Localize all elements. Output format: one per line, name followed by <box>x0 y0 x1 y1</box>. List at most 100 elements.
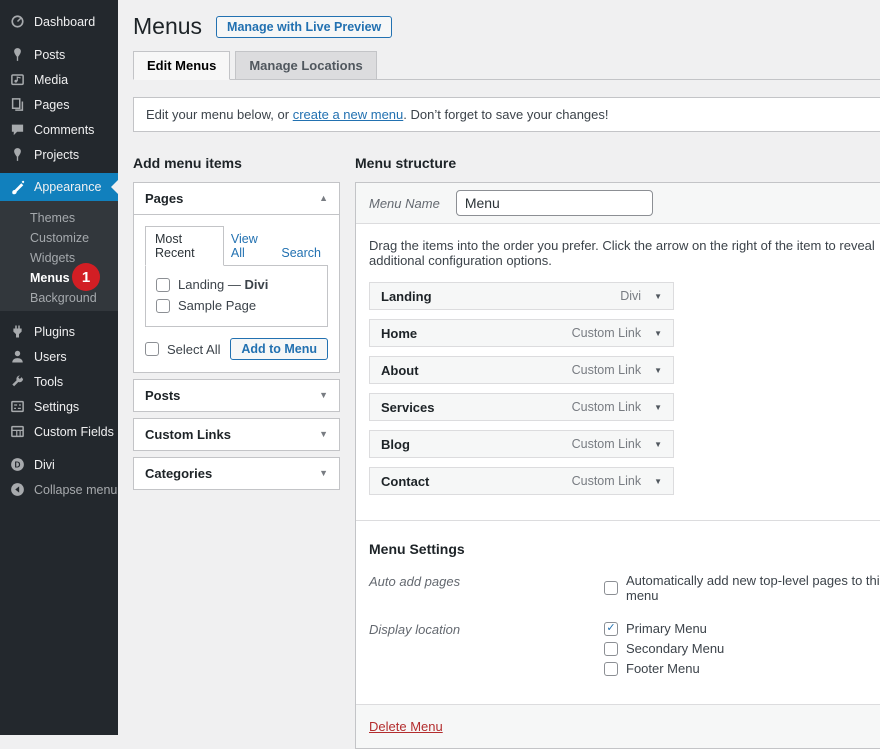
menu-item-home[interactable]: Home Custom Link ▼ <box>369 319 674 347</box>
footer-menu-checkbox[interactable] <box>604 662 618 676</box>
create-new-menu-link[interactable]: create a new menu <box>293 107 404 122</box>
sidebar-item-dashboard[interactable]: Dashboard <box>0 9 118 34</box>
svg-text:D: D <box>15 461 21 470</box>
user-icon <box>10 349 25 364</box>
nav-tabs: Edit Menus Manage Locations <box>133 51 880 80</box>
delete-menu-link[interactable]: Delete Menu <box>369 719 443 734</box>
categories-panel-header[interactable]: Categories ▼ <box>134 458 339 489</box>
pages-checklist: Landing — Divi Sample Page <box>145 265 328 327</box>
collapse-arrow-icon <box>10 482 25 497</box>
display-location-row: Display location Primary Menu Secondary … <box>369 621 880 681</box>
appearance-submenu: Themes Customize Widgets Menus Backgroun… <box>0 201 118 311</box>
page-item-label-bold: Divi <box>245 277 269 292</box>
sidebar-item-collapse-menu[interactable]: Collapse menu <box>0 477 118 502</box>
chevron-down-icon[interactable]: ▼ <box>319 469 328 478</box>
menu-settings-section: Menu Settings Auto add pages Automatical… <box>356 520 880 704</box>
categories-panel-title: Categories <box>145 466 212 481</box>
sidebar-item-tools[interactable]: Tools <box>0 369 118 394</box>
pushpin-icon <box>10 147 25 162</box>
pushpin-icon <box>10 47 25 62</box>
auto-add-pages-checkbox[interactable] <box>604 581 618 595</box>
add-menu-items-column: Add menu items Pages ▲ Most Recent View … <box>133 148 340 749</box>
auto-add-pages-option-label: Automatically add new top-level pages to… <box>626 573 880 603</box>
tab-edit-menus[interactable]: Edit Menus <box>133 51 230 80</box>
sidebar-item-users[interactable]: Users <box>0 344 118 369</box>
chevron-up-icon[interactable]: ▲ <box>319 194 328 203</box>
add-menu-items-heading: Add menu items <box>133 155 340 171</box>
posts-panel-header[interactable]: Posts ▼ <box>134 380 339 411</box>
wrench-icon <box>10 374 25 389</box>
subtab-most-recent[interactable]: Most Recent <box>145 226 224 266</box>
menu-name-label: Menu Name <box>369 196 440 211</box>
sidebar-item-divi[interactable]: D Divi <box>0 452 118 477</box>
auto-add-pages-row: Auto add pages Automatically add new top… <box>369 573 880 608</box>
tab-manage-locations[interactable]: Manage Locations <box>235 51 376 80</box>
chevron-down-icon[interactable]: ▼ <box>319 430 328 439</box>
auto-add-pages-label: Auto add pages <box>369 573 604 608</box>
edit-menu-notice: Edit your menu below, or create a new me… <box>133 97 880 132</box>
submenu-item-customize[interactable]: Customize <box>0 228 118 248</box>
page-item-label: Sample Page <box>178 298 256 313</box>
primary-menu-label: Primary Menu <box>626 621 707 636</box>
landing-page-checkbox[interactable] <box>156 278 170 292</box>
chevron-down-icon[interactable]: ▼ <box>654 366 662 375</box>
custom-links-panel: Custom Links ▼ <box>133 418 340 451</box>
sidebar-item-comments[interactable]: Comments <box>0 117 118 142</box>
add-to-menu-button[interactable]: Add to Menu <box>230 338 328 360</box>
page-item-label: Landing — <box>178 277 245 292</box>
page-checkbox-row: Sample Page <box>154 295 319 316</box>
manage-live-preview-button[interactable]: Manage with Live Preview <box>216 16 392 38</box>
divi-logo-icon: D <box>10 457 25 472</box>
sliders-icon <box>10 399 25 414</box>
menu-item-about[interactable]: About Custom Link ▼ <box>369 356 674 384</box>
sidebar-item-appearance[interactable]: Appearance <box>0 173 118 201</box>
menu-item-blog[interactable]: Blog Custom Link ▼ <box>369 430 674 458</box>
chevron-down-icon[interactable]: ▼ <box>654 292 662 301</box>
sidebar-item-posts[interactable]: Posts <box>0 42 118 67</box>
posts-panel: Posts ▼ <box>133 379 340 412</box>
submenu-item-themes[interactable]: Themes <box>0 208 118 228</box>
custom-links-panel-title: Custom Links <box>145 427 231 442</box>
dashboard-icon <box>10 14 25 29</box>
menu-edit-footer: Delete Menu <box>356 704 880 748</box>
pages-panel: Pages ▲ Most Recent View All Search Land… <box>133 182 340 373</box>
menu-name-row: Menu Name <box>356 183 880 224</box>
sample-page-checkbox[interactable] <box>156 299 170 313</box>
custom-links-panel-header[interactable]: Custom Links ▼ <box>134 419 339 450</box>
pages-icon <box>10 97 25 112</box>
submenu-item-menus[interactable]: Menus <box>0 268 118 288</box>
media-icon <box>10 72 25 87</box>
pages-panel-header[interactable]: Pages ▲ <box>134 183 339 214</box>
pages-panel-title: Pages <box>145 191 183 206</box>
annotation-badge-1: 1 <box>72 263 100 291</box>
subtab-search[interactable]: Search <box>274 241 328 265</box>
secondary-menu-checkbox[interactable] <box>604 642 618 656</box>
select-all-checkbox[interactable] <box>145 342 159 356</box>
comment-icon <box>10 122 25 137</box>
primary-menu-checkbox[interactable] <box>604 622 618 636</box>
pages-controls: Select All Add to Menu <box>145 338 328 360</box>
submenu-item-widgets[interactable]: Widgets <box>0 248 118 268</box>
select-all-label: Select All <box>167 342 220 357</box>
sidebar-item-settings[interactable]: Settings <box>0 394 118 419</box>
menu-structure-column: Menu structure Menu Name Drag the items … <box>355 148 880 749</box>
sidebar-item-custom-fields[interactable]: Custom Fields <box>0 419 118 444</box>
sidebar-item-media[interactable]: Media <box>0 67 118 92</box>
submenu-item-background[interactable]: Background <box>0 288 118 308</box>
sidebar-item-projects[interactable]: Projects <box>0 142 118 167</box>
page-checkbox-row: Landing — Divi <box>154 274 319 295</box>
chevron-down-icon[interactable]: ▼ <box>319 391 328 400</box>
chevron-down-icon[interactable]: ▼ <box>654 329 662 338</box>
chevron-down-icon[interactable]: ▼ <box>654 403 662 412</box>
chevron-down-icon[interactable]: ▼ <box>654 440 662 449</box>
subtab-view-all[interactable]: View All <box>224 227 275 265</box>
sidebar-item-pages[interactable]: Pages <box>0 92 118 117</box>
sidebar-item-plugins[interactable]: Plugins <box>0 319 118 344</box>
menu-item-landing[interactable]: Landing Divi ▼ <box>369 282 674 310</box>
menu-name-input[interactable] <box>456 190 653 216</box>
secondary-menu-label: Secondary Menu <box>626 641 724 656</box>
menu-item-contact[interactable]: Contact Custom Link ▼ <box>369 467 674 495</box>
menu-item-services[interactable]: Services Custom Link ▼ <box>369 393 674 421</box>
chevron-down-icon[interactable]: ▼ <box>654 477 662 486</box>
admin-sidebar: Dashboard Posts Media Pages Comments Pro… <box>0 0 118 735</box>
